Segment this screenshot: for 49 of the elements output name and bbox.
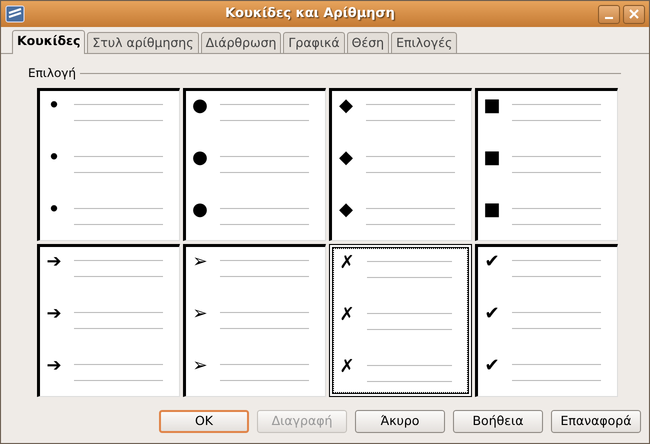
bullet-symbol: ◆: [338, 97, 354, 118]
tab[interactable]: Στυλ αρίθμησης: [87, 32, 199, 53]
tab[interactable]: Γραφικά: [283, 32, 345, 53]
bullet-symbol: ➢: [191, 305, 209, 326]
dialog-button[interactable]: OK: [159, 410, 249, 433]
bullet-symbol: ◆: [338, 149, 354, 170]
tab[interactable]: Διάρθρωση: [200, 32, 282, 53]
dialog-button[interactable]: Βοήθεια: [453, 410, 543, 433]
bullet-symbol: ●: [191, 149, 209, 170]
window-title: Κουκίδες και Αρίθμηση: [224, 5, 396, 24]
bullet-symbol: ■: [482, 201, 502, 222]
bullet-symbol: ✗: [338, 254, 356, 275]
close-icon: [629, 9, 639, 19]
bullet-symbol: ➔: [45, 357, 63, 378]
minimize-icon: [605, 17, 613, 19]
bullet-style-option[interactable]: ✔ ✔ ✔: [475, 244, 618, 397]
minimize-button[interactable]: [598, 4, 620, 24]
bullet-symbol: ✔: [483, 253, 501, 274]
bullet-symbol: ➔: [45, 253, 63, 274]
bullet-style-option[interactable]: ✗ ✗ ✗: [329, 244, 472, 397]
bullet-symbol: ■: [482, 149, 502, 170]
dialog-button[interactable]: Άκυρο: [355, 410, 445, 433]
section-label: Επιλογή: [28, 65, 76, 82]
bullet-symbol: ✔: [483, 357, 501, 378]
close-button[interactable]: [623, 4, 645, 24]
bullet-style-option[interactable]: ➔ ➔ ➔: [37, 244, 180, 397]
bullet-symbol: •: [47, 149, 61, 170]
bullet-style-option[interactable]: ● ● ●: [183, 88, 326, 241]
tab[interactable]: Θέση: [346, 32, 390, 53]
dialog-button[interactable]: Επαναφορά: [551, 410, 641, 433]
bullet-symbol: ➢: [191, 253, 209, 274]
bullet-symbol: ✗: [338, 358, 356, 379]
bullet-style-option[interactable]: ■ ■ ■: [475, 88, 618, 241]
bullet-style-option[interactable]: ◆ ◆ ◆: [329, 88, 472, 241]
bullet-style-option[interactable]: ➢ ➢ ➢: [183, 244, 326, 397]
bullet-symbol: •: [47, 201, 61, 222]
tab[interactable]: Κουκίδες: [12, 30, 86, 54]
bullet-symbol: ●: [191, 201, 209, 222]
bullet-symbol: ◆: [338, 201, 354, 222]
bullet-symbol: ■: [482, 97, 502, 118]
bullet-symbol: ➢: [191, 357, 209, 378]
bullet-symbol: ➔: [45, 305, 63, 326]
bullet-symbol: ✗: [338, 306, 356, 327]
bullet-style-option[interactable]: • • •: [37, 88, 180, 241]
app-icon: [5, 5, 25, 23]
bullet-symbol: ✔: [483, 305, 501, 326]
bullet-symbol: •: [47, 97, 61, 118]
tab[interactable]: Επιλογές: [391, 32, 458, 53]
bullet-symbol: ●: [191, 97, 209, 118]
